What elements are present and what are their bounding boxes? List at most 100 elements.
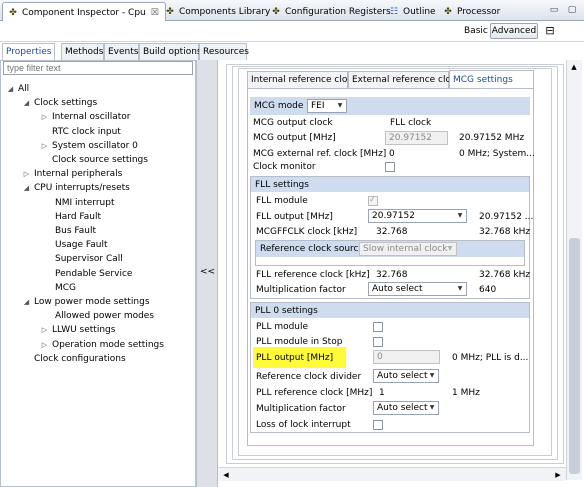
- chevron-down-icon: ▼: [457, 285, 463, 292]
- tree-item-label: Internal peripherals: [34, 169, 123, 180]
- advanced-mode-button[interactable]: Advanced: [490, 23, 538, 39]
- tree-item-label: RTC clock input: [52, 126, 121, 137]
- mcg-mode-row: MCG mode: [250, 97, 530, 115]
- tree-item-label: Low power mode settings: [34, 297, 150, 307]
- tab-configuration-registers[interactable]: ✤ Configuration Registers: [266, 2, 395, 21]
- tree-item[interactable]: ◢ CPU interrupts/resets: [22, 181, 130, 195]
- tab-component-inspector[interactable]: ✤ Component Inspector - Cpu ☒: [2, 2, 166, 22]
- fll-output-combo[interactable]: 20.97152 ▼: [368, 209, 467, 223]
- pll-multiplication-label: Multiplication factor: [256, 404, 346, 414]
- component-icon: ✤: [9, 7, 17, 18]
- mcg-mode-select[interactable]: FEI ▼: [307, 99, 347, 113]
- tab-external-reference[interactable]: External reference cloc: [348, 71, 456, 88]
- tree-item[interactable]: ▷ Internal oscillator: [40, 110, 131, 124]
- mcg-ext-value: 0 MHz; System...: [459, 149, 535, 159]
- scroll-left-icon[interactable]: ◀: [220, 469, 232, 481]
- fll-multiplication-select[interactable]: Auto select ▼: [368, 282, 467, 296]
- tree-item[interactable]: Pendable Service: [52, 267, 132, 281]
- tab-components-library[interactable]: ✤ Components Library: [160, 2, 274, 21]
- expand-icon[interactable]: ▷: [40, 341, 49, 349]
- tree-item[interactable]: Hard Fault: [52, 210, 101, 224]
- tree-item[interactable]: ▷ Internal peripherals: [22, 167, 123, 181]
- fll-multiplication-label: Multiplication factor: [256, 285, 346, 295]
- tree-item[interactable]: Clock source settings: [40, 153, 148, 167]
- tab-mcg-settings[interactable]: MCG settings: [449, 70, 534, 88]
- tree-item-label: System oscillator 0: [52, 140, 138, 151]
- expand-icon[interactable]: ▷: [40, 113, 49, 121]
- fll-reference-clock-value: 32.768 kHz: [479, 270, 531, 280]
- basic-mode-button[interactable]: Basic: [464, 25, 488, 37]
- tree-item[interactable]: ◢ Low power mode settings: [22, 295, 150, 309]
- reference-clock-source-select: Slow internal clock ▼: [359, 242, 457, 256]
- tree-item[interactable]: MCG: [52, 281, 76, 295]
- pll-multiplication-select[interactable]: Auto select ▼: [373, 401, 439, 415]
- vertical-scrollbar[interactable]: ▲: [566, 60, 582, 480]
- tree-item-label: Supervisor Call: [55, 254, 123, 265]
- fll-reference-clock-field: 32.768: [376, 270, 408, 280]
- mcg-output-value: 20.97152 MHz: [459, 133, 525, 143]
- filter-input[interactable]: [3, 61, 193, 75]
- close-icon[interactable]: ☒: [149, 7, 161, 19]
- tree-item-label: CPU interrupts/resets: [34, 183, 130, 194]
- tab-build-options[interactable]: Build options: [139, 43, 202, 60]
- tree-item-label: NMI interrupt: [55, 197, 115, 208]
- tree-item[interactable]: Supervisor Call: [52, 252, 123, 266]
- collapse-icon[interactable]: ◢: [22, 298, 31, 306]
- tab-properties[interactable]: Properties: [2, 43, 55, 60]
- loss-of-lock-checkbox[interactable]: [373, 420, 383, 430]
- mcgffclk-value: 32.768 kHz: [479, 227, 531, 237]
- chevron-down-icon: ▼: [447, 245, 453, 252]
- collapse-icon[interactable]: ◢: [22, 184, 31, 192]
- expand-icon[interactable]: ▷: [40, 142, 49, 150]
- scroll-right-icon[interactable]: ▶: [552, 469, 564, 481]
- tab-resources[interactable]: Resources: [199, 43, 249, 60]
- expand-icon[interactable]: ▷: [40, 326, 49, 334]
- tab-outline[interactable]: ☷ Outline: [384, 2, 440, 21]
- mcg-output-clock-value: FLL clock: [390, 118, 432, 128]
- maximize-icon[interactable]: ▢: [566, 4, 578, 16]
- clock-monitor-checkbox[interactable]: [385, 162, 395, 172]
- fll-settings-header: FLL settings: [251, 177, 529, 192]
- tree-item[interactable]: ▷ LLWU settings: [40, 323, 116, 337]
- tree-item-label: Allowed power modes: [55, 311, 155, 322]
- minimize-icon[interactable]: ▭: [548, 4, 560, 16]
- chevron-down-icon: ▼: [429, 404, 435, 411]
- horizontal-scrollbar[interactable]: ◀ ▶: [218, 467, 566, 481]
- tree-item[interactable]: Bus Fault: [52, 224, 96, 238]
- processor-icon: ✤: [444, 6, 452, 17]
- collapse-icon[interactable]: ◢: [22, 99, 31, 107]
- tree-item-label: MCG: [55, 282, 77, 293]
- panel-splitter[interactable]: <<: [196, 60, 218, 487]
- loss-of-lock-label: Loss of lock interrupt: [256, 420, 351, 430]
- pll-module-checkbox[interactable]: [373, 322, 383, 332]
- scroll-up-icon[interactable]: ▲: [568, 61, 580, 73]
- reference-clock-divider-select[interactable]: Auto select ▼: [373, 369, 439, 383]
- fll-module-checkbox: ✓: [368, 195, 378, 206]
- collapse-button[interactable]: <<: [200, 266, 215, 278]
- expand-icon[interactable]: ▷: [22, 170, 31, 178]
- pll-module-stop-checkbox[interactable]: [373, 337, 383, 347]
- tree-item[interactable]: Allowed power modes: [52, 309, 154, 323]
- tree-item[interactable]: ▷ Operation mode settings: [40, 338, 164, 352]
- mcg-ext-field: 0: [389, 149, 395, 159]
- fll-output-label: FLL output [MHz]: [256, 212, 333, 222]
- pll-output-field: 0: [373, 350, 440, 364]
- tree-item[interactable]: NMI interrupt: [52, 196, 114, 210]
- tab-internal-reference[interactable]: Internal reference cloc: [247, 71, 352, 88]
- chevron-down-icon: ▼: [337, 102, 343, 109]
- tab-methods[interactable]: Methods: [61, 43, 104, 60]
- collapse-icon[interactable]: ◢: [6, 85, 15, 93]
- tree-item[interactable]: Usage Fault: [52, 238, 108, 252]
- tree-item-label: Pendable Service: [55, 268, 133, 279]
- tree-item[interactable]: ◢ All: [6, 82, 29, 96]
- tree-item[interactable]: ◢ Clock settings: [22, 96, 97, 110]
- tab-events[interactable]: Events: [104, 43, 139, 60]
- library-icon: ✤: [166, 6, 174, 17]
- view-menu-icon[interactable]: ⊟: [544, 25, 556, 37]
- tree-item[interactable]: RTC clock input: [40, 125, 121, 139]
- scrollbar-thumb[interactable]: [569, 238, 580, 474]
- tree-item-label: Clock source settings: [52, 155, 148, 165]
- tree-item[interactable]: ▷ System oscillator 0: [40, 139, 138, 153]
- tree-item[interactable]: Clock configurations: [22, 352, 126, 366]
- tab-processor[interactable]: ✤ Processor: [438, 2, 504, 21]
